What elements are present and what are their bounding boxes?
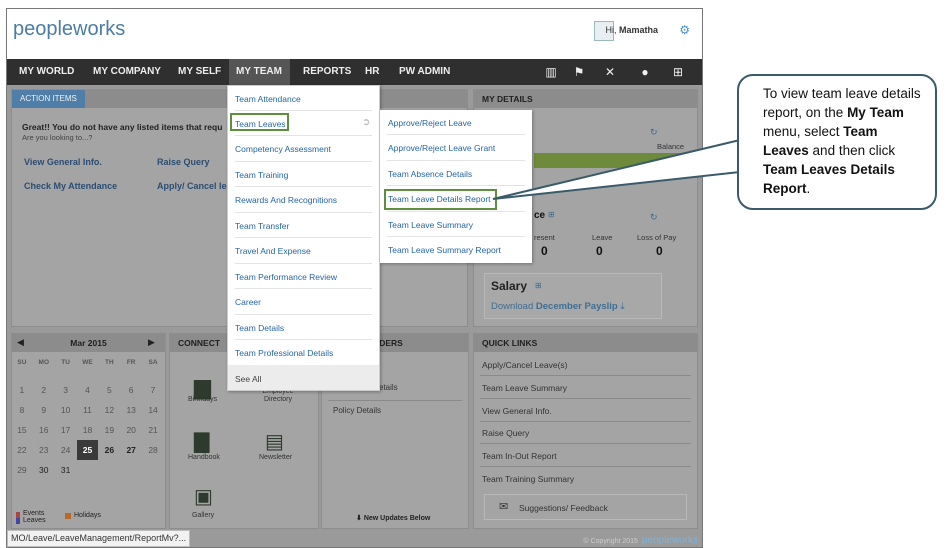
- callout-bold-3: Team Leaves Details Report: [763, 162, 895, 196]
- callout-text-3: and then click: [808, 143, 896, 158]
- instruction-callout: To view team leave details report, on th…: [737, 74, 937, 210]
- callout-bold-1: My Team: [847, 105, 904, 120]
- callout-tail: [492, 138, 741, 200]
- callout-text-4: .: [806, 181, 811, 196]
- callout-text-2: menu, select: [763, 124, 844, 139]
